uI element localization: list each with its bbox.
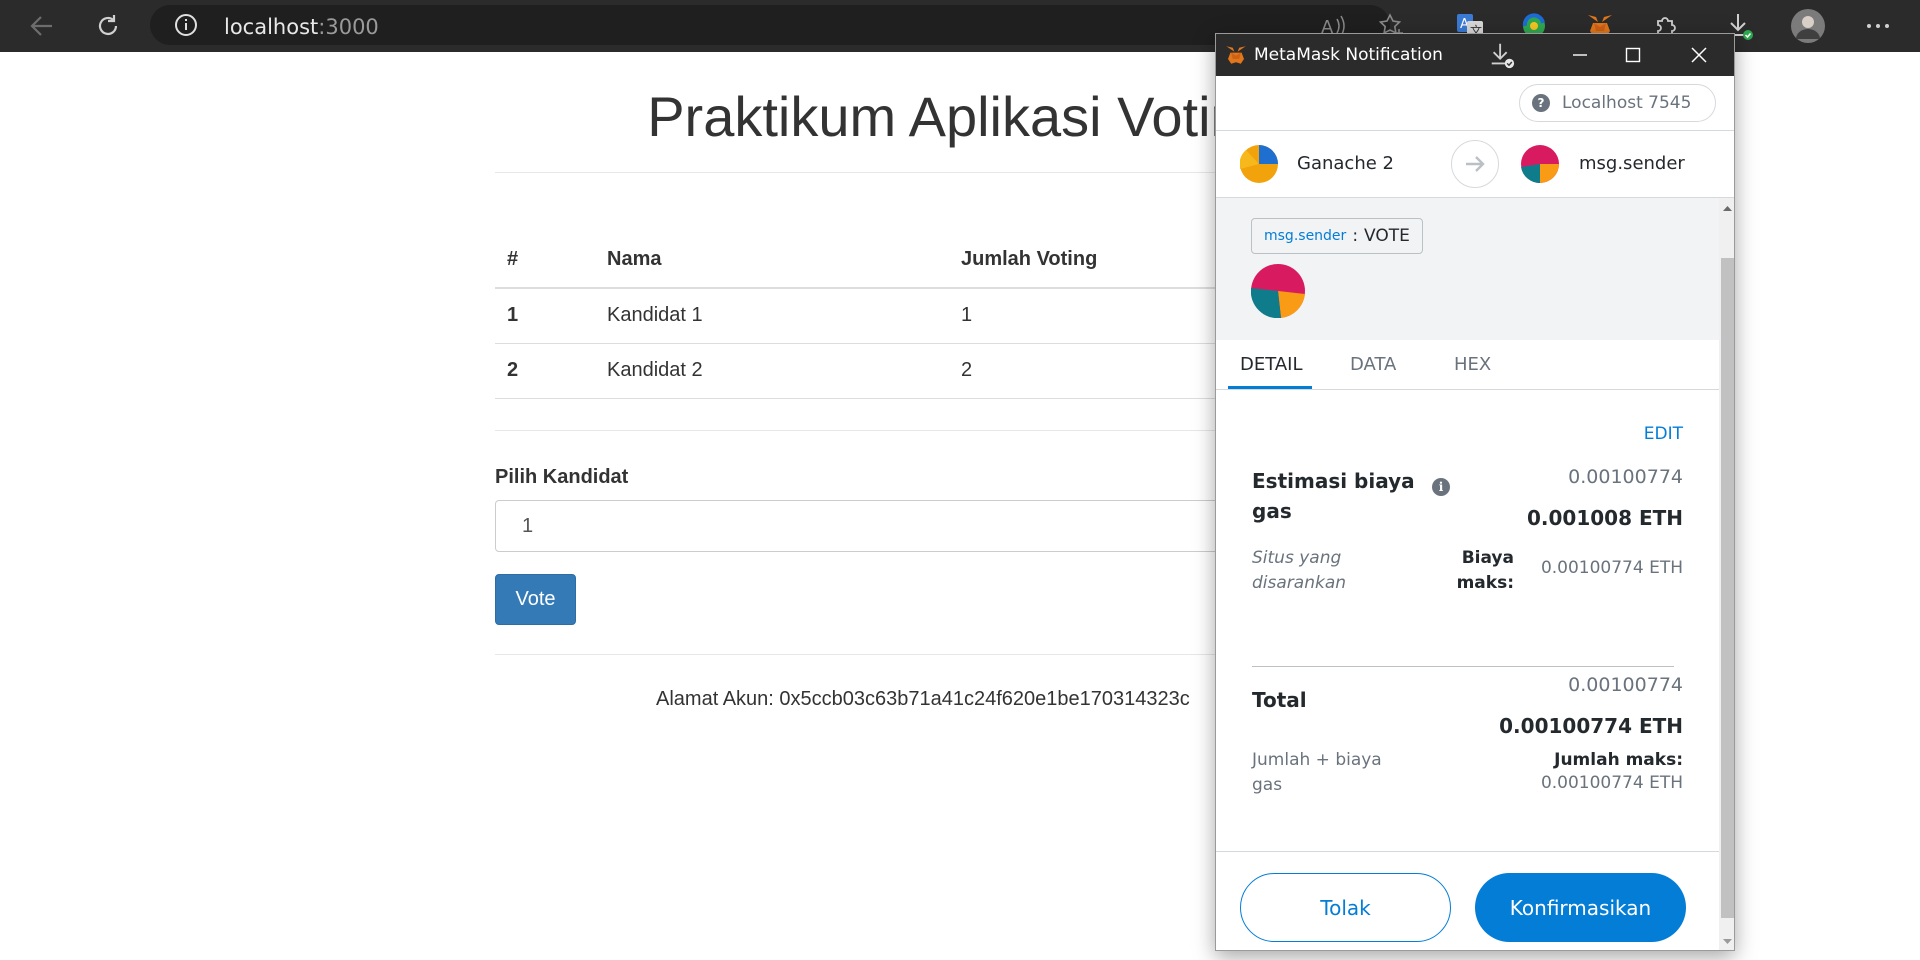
divider <box>1216 851 1719 852</box>
method-separator: : <box>1352 226 1359 246</box>
from-account-name: Ganache 2 <box>1297 153 1394 174</box>
gas-fee-label: Estimasi biaya gas <box>1252 469 1415 523</box>
window-titlebar: MetaMask Notification <box>1216 34 1734 76</box>
divider <box>1252 666 1674 667</box>
method-name: VOTE <box>1364 226 1410 246</box>
profile-avatar[interactable] <box>1790 8 1826 44</box>
confirm-button[interactable]: Konfirmasikan <box>1475 873 1686 942</box>
url-text: localhost:3000 <box>224 15 379 39</box>
active-tab-indicator <box>1228 386 1312 389</box>
to-account-name: msg.sender <box>1579 153 1685 174</box>
table-cell: Kandidat 1 <box>595 288 949 344</box>
gas-suggested-label: Situs yang disarankan <box>1252 548 1347 593</box>
gas-fee-primary: 0.00100774 <box>1568 466 1683 488</box>
scrollbar-thumb[interactable] <box>1721 258 1734 918</box>
more-icon[interactable] <box>1860 8 1896 44</box>
info-icon[interactable] <box>174 13 198 37</box>
arrow-right-icon <box>1451 140 1499 188</box>
edit-gas-link[interactable]: EDIT <box>1644 424 1683 444</box>
scroll-down-icon[interactable] <box>1722 938 1733 946</box>
confirm-transaction-page: ? Localhost 7545 Ganache 2 msg.sender ms… <box>1216 76 1734 950</box>
back-button[interactable] <box>24 8 60 44</box>
total-sub-label: Jumlah + biaya gas <box>1252 750 1382 795</box>
table-cell: 2 <box>495 343 595 399</box>
back-icon <box>30 16 52 36</box>
scroll-up-icon[interactable] <box>1722 204 1733 212</box>
table-cell: Kandidat 2 <box>595 343 949 399</box>
to-account-avatar <box>1521 145 1559 183</box>
contract-name: msg.sender <box>1264 228 1347 244</box>
total-eth: 0.00100774 ETH <box>1499 714 1683 738</box>
download-icon[interactable] <box>1484 38 1520 72</box>
gas-fee-eth: 0.001008 ETH <box>1526 506 1683 530</box>
detail-tabs: DETAIL DATA HEX <box>1216 340 1719 390</box>
column-header: # <box>495 232 595 289</box>
max-amount-label: Jumlah maks: <box>1554 750 1683 770</box>
close-button[interactable] <box>1681 38 1717 72</box>
max-fee-label: Biaya maks: <box>1456 548 1514 593</box>
network-name: Localhost 7545 <box>1562 93 1692 113</box>
from-account-avatar <box>1240 145 1278 183</box>
method-tag: msg.sender : VOTE <box>1251 218 1423 254</box>
maximize-icon <box>1625 47 1641 63</box>
metamask-fox-icon <box>1226 46 1246 64</box>
tab-detail[interactable]: DETAIL <box>1240 354 1302 375</box>
sender-recipient: Ganache 2 msg.sender <box>1216 130 1734 198</box>
select-label: Pilih Kandidat <box>495 466 629 488</box>
close-icon <box>1691 47 1707 63</box>
table-cell: 1 <box>495 288 595 344</box>
minimize-icon <box>1573 54 1587 56</box>
minimize-button[interactable] <box>1562 38 1598 72</box>
account-address: Alamat Akun: 0x5ccb03c63b71a41c24f620e1b… <box>656 688 1190 710</box>
reject-button[interactable]: Tolak <box>1240 873 1451 942</box>
transaction-method-panel: msg.sender : VOTE <box>1216 198 1719 340</box>
vote-button[interactable]: Vote <box>495 574 576 625</box>
contract-identicon <box>1251 264 1305 318</box>
scrollbar[interactable] <box>1719 198 1734 950</box>
info-icon[interactable]: i <box>1432 478 1450 496</box>
max-fee-value: 0.00100774 ETH <box>1540 558 1683 578</box>
tab-hex[interactable]: HEX <box>1454 354 1491 375</box>
tab-data[interactable]: DATA <box>1350 354 1396 375</box>
refresh-button[interactable] <box>90 8 126 44</box>
refresh-icon <box>98 15 118 35</box>
total-label: Total <box>1252 688 1307 712</box>
maximize-button[interactable] <box>1615 38 1651 72</box>
network-indicator[interactable]: ? Localhost 7545 <box>1519 84 1716 122</box>
total-primary: 0.00100774 <box>1568 674 1683 696</box>
column-header: Nama <box>595 232 949 289</box>
window-title: MetaMask Notification <box>1254 45 1443 65</box>
help-icon: ? <box>1532 94 1550 112</box>
max-amount-value: 0.00100774 ETH <box>1540 773 1683 793</box>
metamask-notification-window: MetaMask Notification ? Localhost 7545 G… <box>1215 33 1735 951</box>
address-bar[interactable]: localhost:3000 A <box>150 5 1403 45</box>
